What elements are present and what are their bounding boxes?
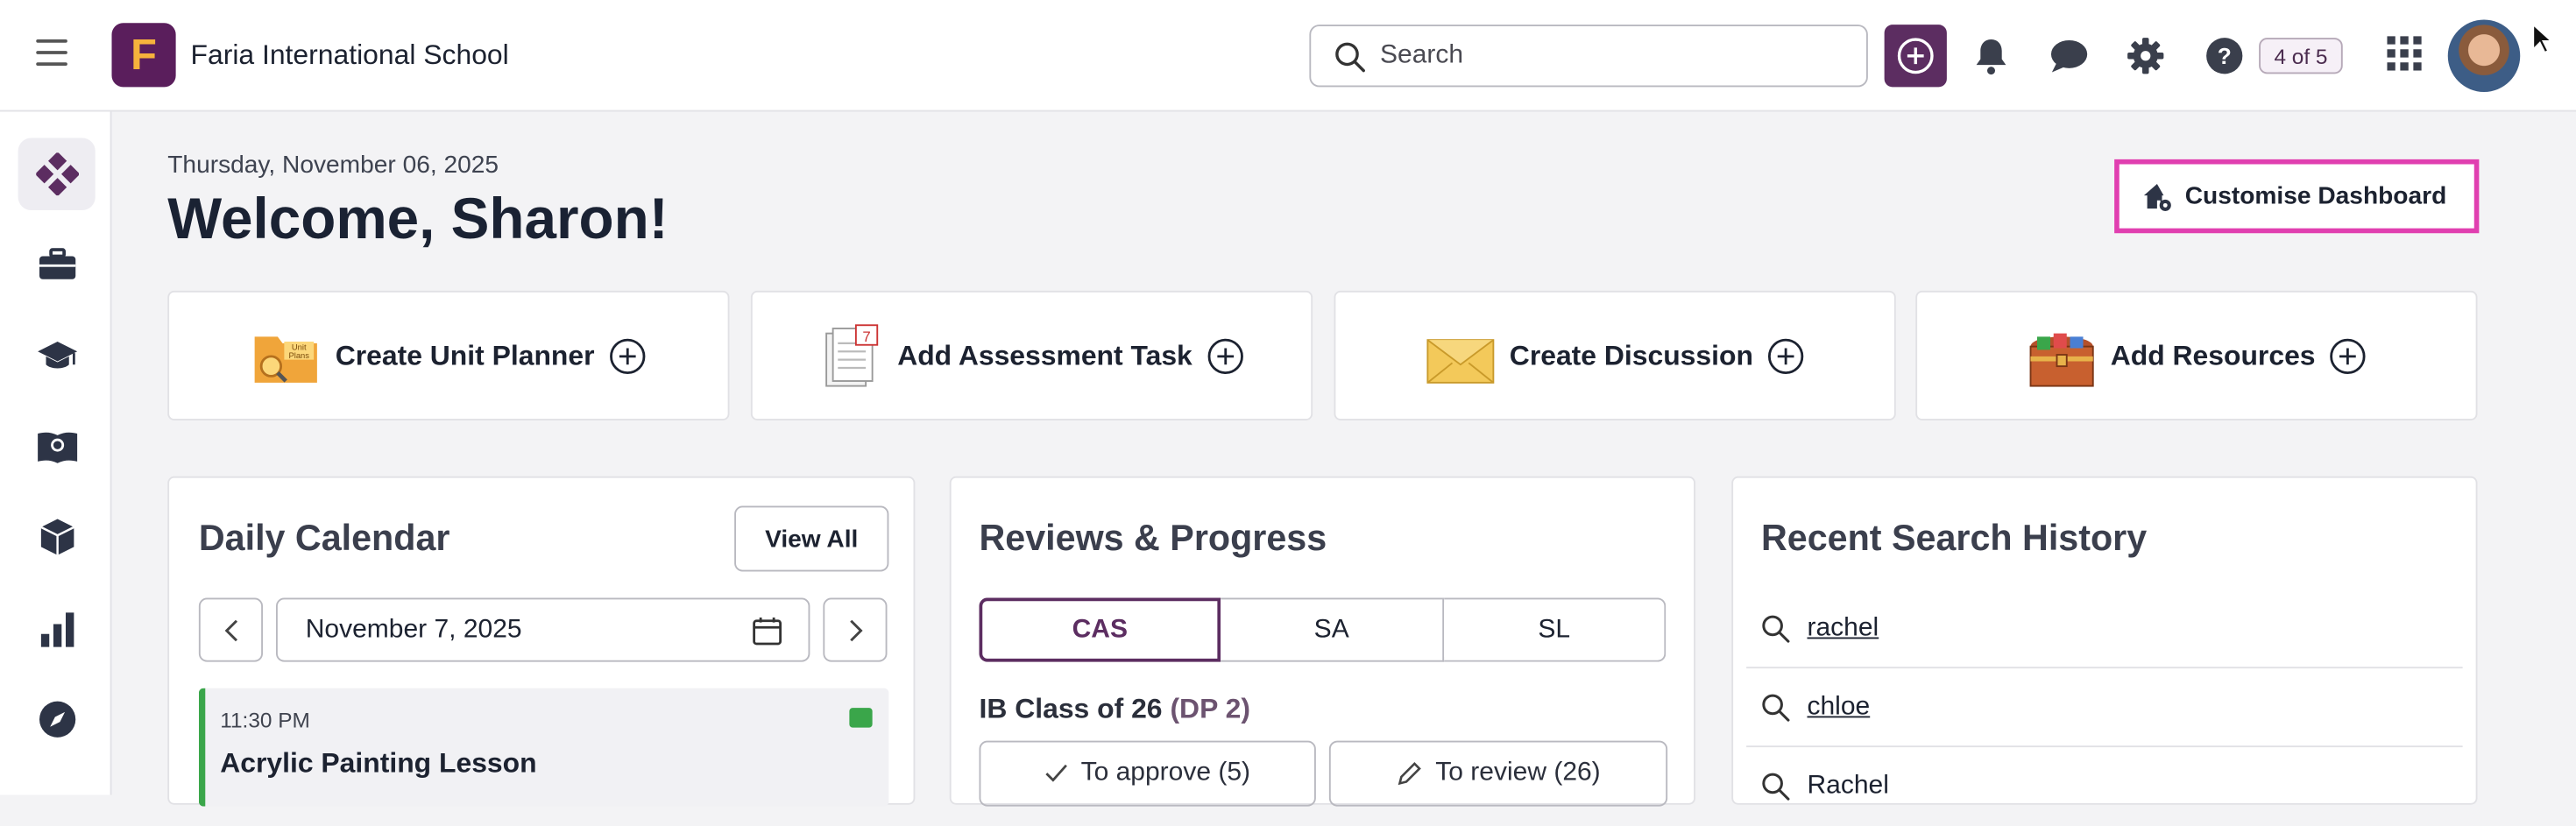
to-approve-label: To approve (5) — [1080, 759, 1251, 787]
sidebar-item-explore[interactable] — [18, 683, 96, 756]
recent-search-history-card: Recent Search History rachel chloe Rache… — [1731, 476, 2478, 805]
sidebar-item-dashboard[interactable] — [18, 138, 96, 210]
to-review-button[interactable]: To review (26) — [1328, 740, 1668, 807]
welcome-heading: Welcome, Sharon! — [167, 187, 669, 251]
history-item[interactable]: rachel — [1746, 589, 2463, 669]
card-title: Recent Search History — [1761, 517, 2148, 559]
card-title: Daily Calendar — [198, 517, 450, 559]
mouse-cursor-icon — [2532, 23, 2554, 54]
user-avatar[interactable] — [2447, 19, 2521, 92]
tab-sa[interactable]: SA — [1221, 597, 1445, 662]
daily-calendar-card: Daily Calendar View All November 7, 2025… — [167, 476, 916, 807]
calendar-icon[interactable] — [753, 616, 782, 646]
search-box[interactable] — [1309, 25, 1868, 88]
history-item[interactable]: Rachel — [1746, 747, 2463, 826]
date-picker-field[interactable]: November 7, 2025 — [276, 597, 810, 662]
to-approve-button[interactable]: To approve (5) — [979, 740, 1316, 807]
calendar-event[interactable]: 11:30 PM Acrylic Painting Lesson — [198, 688, 889, 807]
cube-icon — [39, 519, 74, 555]
search-icon — [1762, 773, 1790, 801]
add-circle-icon — [609, 337, 646, 374]
quick-action-label: Create Unit Planner — [335, 339, 595, 371]
plus-circle-icon — [1897, 38, 1934, 74]
gear-icon[interactable] — [2126, 36, 2165, 75]
search-icon — [1762, 615, 1790, 643]
history-item-link[interactable]: Rachel — [1808, 772, 1889, 801]
add-circle-icon — [2330, 337, 2367, 374]
customise-dashboard-label: Customise Dashboard — [2184, 182, 2447, 210]
create-button[interactable] — [1884, 25, 1947, 88]
search-input[interactable] — [1380, 40, 1840, 71]
reviews-tabs: CAS SA SL — [979, 597, 1667, 662]
treasure-chest-icon — [2028, 332, 2094, 386]
top-bar: F Faria International School ? 4 of 5 — [0, 0, 2576, 112]
sidebar-item-resources[interactable] — [18, 501, 96, 574]
compass-icon — [39, 701, 75, 738]
quick-action-label: Add Resources — [2110, 339, 2316, 371]
sidebar-item-academics[interactable] — [18, 321, 96, 393]
school-name: Faria International School — [190, 39, 509, 71]
current-date: Thursday, November 06, 2025 — [167, 151, 499, 180]
add-circle-icon — [1207, 337, 1243, 374]
search-icon — [1335, 42, 1365, 73]
svg-text:7: 7 — [863, 328, 871, 344]
history-item-link[interactable]: chloe — [1808, 693, 1871, 723]
briefcase-icon — [39, 248, 75, 279]
tab-cas[interactable]: CAS — [979, 597, 1221, 662]
quick-action-label: Add Assessment Task — [897, 339, 1192, 371]
quick-action-create-discussion[interactable]: Create Discussion — [1334, 290, 1896, 420]
chevron-left-icon — [223, 618, 237, 641]
hamburger-menu-icon[interactable] — [36, 39, 67, 66]
help-icon[interactable]: ? — [2204, 36, 2244, 75]
date-picker-value: November 7, 2025 — [305, 616, 522, 644]
book-globe-icon — [37, 432, 77, 463]
reviews-progress-card: Reviews & Progress CAS SA SL IB Class of… — [949, 476, 1695, 807]
svg-text:?: ? — [2218, 43, 2232, 69]
dashboard-icon — [35, 152, 79, 196]
quick-action-add-resources[interactable]: Add Resources — [1915, 290, 2478, 420]
bar-chart-icon — [39, 612, 74, 647]
card-title: Reviews & Progress — [979, 517, 1327, 559]
event-name: Acrylic Painting Lesson — [220, 747, 537, 779]
school-logo[interactable]: F — [111, 23, 176, 88]
sidebar-item-reports[interactable] — [18, 593, 96, 666]
svg-text:Plans: Plans — [289, 350, 310, 359]
sidebar-item-briefcase[interactable] — [18, 229, 96, 301]
apps-grid-icon[interactable] — [2387, 36, 2422, 71]
quick-action-create-unit-planner[interactable]: Unit Plans Create Unit Planner — [167, 290, 730, 420]
to-review-label: To review (26) — [1435, 759, 1601, 787]
customise-dashboard-button[interactable]: Customise Dashboard — [2114, 159, 2480, 234]
assessment-notepad-icon: 7 — [825, 323, 879, 386]
chevron-right-icon — [849, 618, 862, 641]
unit-planner-folder-icon: UnitPlans — [254, 335, 318, 382]
event-type-icon — [849, 708, 873, 728]
class-heading: IB Class of 26 (DP 2) — [980, 693, 1250, 726]
next-day-button[interactable] — [823, 597, 888, 662]
chat-icon[interactable] — [2049, 36, 2090, 75]
add-circle-icon — [1768, 337, 1804, 374]
pencil-icon — [1398, 762, 1421, 786]
home-gear-icon — [2143, 183, 2171, 210]
previous-day-button[interactable] — [198, 597, 263, 662]
search-icon — [1762, 694, 1790, 722]
check-icon — [1045, 764, 1067, 782]
graduation-cap-icon — [37, 342, 77, 369]
history-item-link[interactable]: rachel — [1808, 614, 1879, 644]
notification-pager-badge[interactable]: 4 of 5 — [2259, 38, 2343, 74]
view-all-button[interactable]: View All — [734, 505, 889, 572]
tab-sl[interactable]: SL — [1444, 597, 1667, 662]
bell-icon[interactable] — [1973, 36, 2009, 75]
sidebar-nav — [0, 111, 112, 795]
envelope-icon — [1426, 338, 1494, 383]
app-root: F Faria International School ? 4 of 5 — [0, 0, 2576, 807]
class-dp-label: (DP 2) — [1170, 693, 1250, 724]
history-item[interactable]: chloe — [1746, 668, 2463, 748]
class-label: IB Class of 26 — [979, 693, 1163, 724]
quick-action-label: Create Discussion — [1509, 339, 1753, 371]
quick-action-add-assessment-task[interactable]: 7 Add Assessment Task — [750, 290, 1313, 420]
sidebar-item-library[interactable] — [18, 411, 96, 484]
event-time: 11:30 PM — [220, 708, 310, 733]
